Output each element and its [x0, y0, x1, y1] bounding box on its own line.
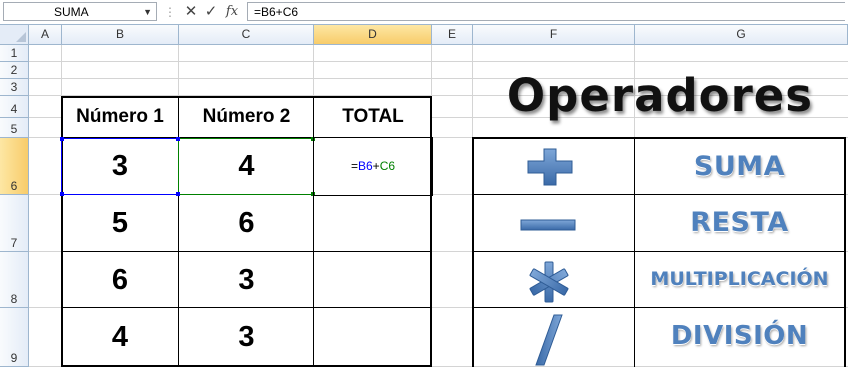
cell-d7[interactable]: [314, 195, 432, 252]
column-header-d[interactable]: D: [314, 25, 432, 45]
row-header-3[interactable]: 3: [0, 79, 29, 96]
select-all-button[interactable]: [0, 25, 29, 45]
ref-highlight-b6: [61, 138, 179, 195]
slash-icon: [534, 313, 564, 367]
row-header-6[interactable]: 6: [0, 138, 29, 195]
header-numero-2[interactable]: Número 2: [179, 96, 314, 138]
header-total[interactable]: TOTAL: [314, 96, 432, 138]
column-header-e[interactable]: E: [432, 25, 473, 45]
asterisk-icon: [527, 260, 571, 304]
row-header-7[interactable]: 7: [0, 195, 29, 252]
operator-label-division: DIVISIÓN: [670, 321, 809, 351]
operator-label-resta: RESTA: [690, 207, 789, 238]
grip-icon[interactable]: ⋮: [163, 3, 177, 21]
cell-c7[interactable]: 6: [179, 195, 314, 252]
cell-b7[interactable]: 5: [61, 195, 179, 252]
operator-label-suma: SUMA: [693, 151, 786, 182]
column-header-a[interactable]: A: [29, 25, 62, 45]
row-header-8[interactable]: 8: [0, 252, 29, 308]
name-box-value: SUMA: [54, 5, 89, 19]
row-header-4[interactable]: 4: [0, 96, 29, 118]
operators-table: SUMA RESTA MULTIPLICACIÓN DIVISIÓN: [472, 137, 846, 367]
operator-label-multiplicacion: MULTIPLICACIÓN: [650, 268, 829, 290]
name-box[interactable]: SUMA ▼: [3, 2, 157, 21]
row-header-9[interactable]: 9: [0, 308, 29, 367]
ref-highlight-c6: [178, 138, 314, 195]
insert-function-icon[interactable]: fx: [223, 3, 241, 21]
row-header-5[interactable]: 5: [0, 118, 29, 138]
row-header-2[interactable]: 2: [0, 62, 29, 79]
cell-c9[interactable]: 3: [179, 308, 314, 367]
column-header-g[interactable]: G: [635, 25, 848, 45]
cancel-icon[interactable]: ✕: [182, 3, 200, 21]
header-numero-1[interactable]: Número 1: [61, 96, 179, 138]
cell-d9[interactable]: [314, 308, 432, 367]
enter-icon[interactable]: ✓: [202, 3, 220, 21]
plus-icon: [524, 147, 576, 187]
cell-b8[interactable]: 6: [61, 252, 179, 308]
column-header-c[interactable]: C: [179, 25, 314, 45]
formula-bar: SUMA ▼ ⋮ ✕ ✓ fx =B6+C6: [0, 0, 848, 25]
cell-d8[interactable]: [314, 252, 432, 308]
formula-input[interactable]: =B6+C6: [247, 2, 845, 21]
cell-c8[interactable]: 3: [179, 252, 314, 308]
chevron-down-icon[interactable]: ▼: [143, 3, 152, 22]
operators-title: Operadores: [506, 69, 814, 122]
column-header-b[interactable]: B: [62, 25, 179, 45]
cell-b9[interactable]: 4: [61, 308, 179, 367]
active-cell-border: [313, 137, 433, 196]
column-header-f[interactable]: F: [473, 25, 635, 45]
row-header-1[interactable]: 1: [0, 45, 29, 62]
minus-icon: [520, 217, 576, 233]
